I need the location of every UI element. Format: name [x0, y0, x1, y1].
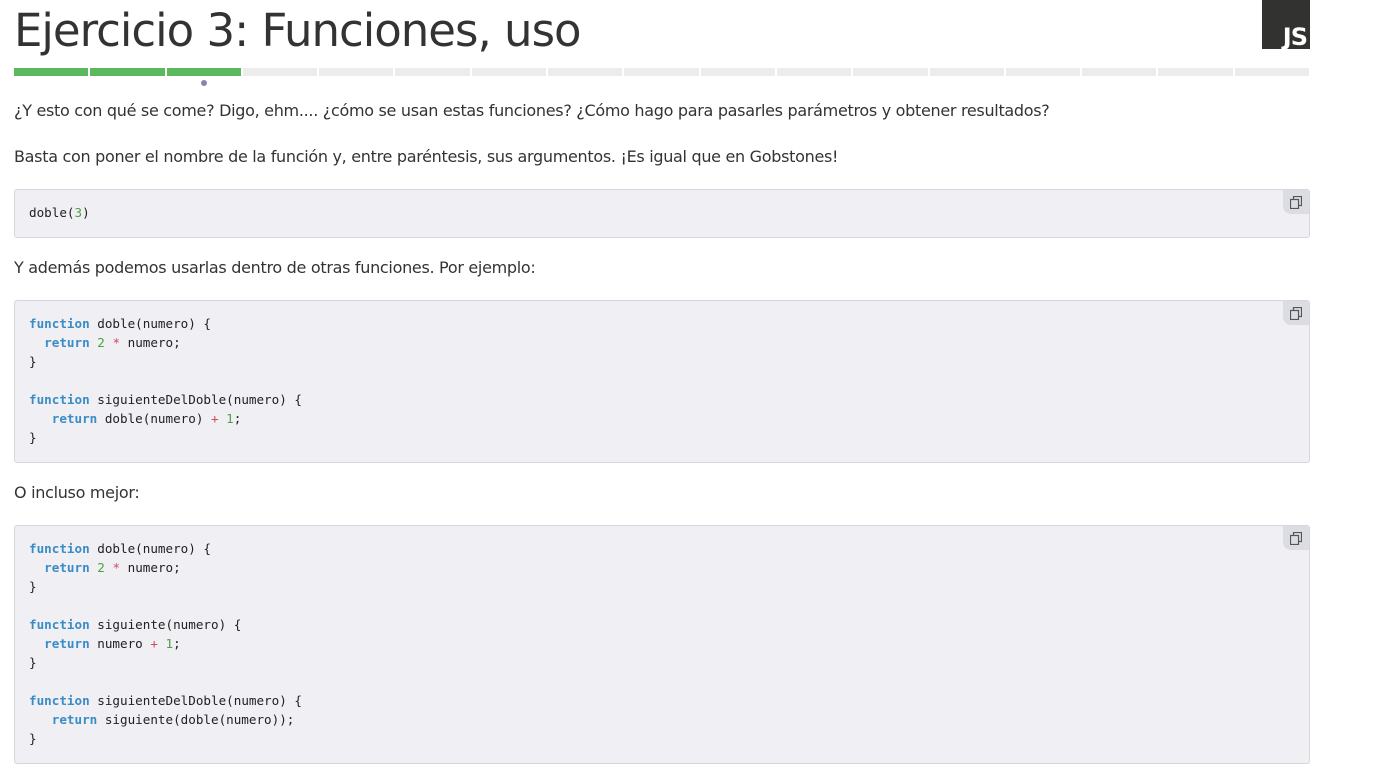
progress-step-pending[interactable]: [1005, 68, 1081, 76]
exercise-progress-bar: [14, 68, 1310, 76]
progress-step-pending[interactable]: [395, 68, 470, 76]
progress-step-pending[interactable]: [1158, 68, 1233, 76]
progress-step-pending[interactable]: [1234, 68, 1310, 76]
progress-step-pending[interactable]: [776, 68, 852, 76]
progress-step-pending[interactable]: [319, 68, 394, 76]
progress-step-completed[interactable]: [166, 68, 241, 76]
copy-icon: [1290, 306, 1302, 320]
code-content: function doble(numero) { return 2 * nume…: [29, 541, 302, 746]
copy-code-button[interactable]: [1283, 190, 1309, 214]
code-content: function doble(numero) { return 2 * nume…: [29, 316, 302, 445]
code-block-example: function doble(numero) { return 2 * nume…: [14, 300, 1310, 463]
progress-step-completed[interactable]: [14, 68, 89, 76]
progress-step-pending[interactable]: [242, 68, 318, 76]
explanation-paragraph: Basta con poner el nombre de la función …: [14, 147, 839, 166]
progress-step-pending[interactable]: [853, 68, 928, 76]
progress-step-pending[interactable]: [700, 68, 775, 76]
copy-icon: [1290, 195, 1302, 209]
progress-step-pending[interactable]: [1082, 68, 1157, 76]
code-block-call: doble(3): [14, 189, 1310, 238]
progress-step-completed[interactable]: [90, 68, 165, 76]
javascript-language-badge: JS: [1262, 0, 1310, 49]
code-content: doble(3): [29, 205, 90, 220]
current-exercise-indicator: [201, 80, 207, 86]
copy-icon: [1290, 531, 1302, 545]
progress-step-pending[interactable]: [471, 68, 547, 76]
better-intro-paragraph: O incluso mejor:: [14, 483, 140, 502]
intro-paragraph: ¿Y esto con qué se come? Digo, ehm.... ¿…: [14, 101, 1050, 120]
progress-step-pending[interactable]: [929, 68, 1004, 76]
copy-code-button[interactable]: [1283, 526, 1309, 550]
progress-step-pending[interactable]: [624, 68, 699, 76]
copy-code-button[interactable]: [1283, 301, 1309, 325]
code-block-better: function doble(numero) { return 2 * nume…: [14, 525, 1310, 764]
page-title: Ejercicio 3: Funciones, uso: [14, 4, 582, 57]
example-intro-paragraph: Y además podemos usarlas dentro de otras…: [14, 258, 536, 277]
progress-step-pending[interactable]: [548, 68, 623, 76]
